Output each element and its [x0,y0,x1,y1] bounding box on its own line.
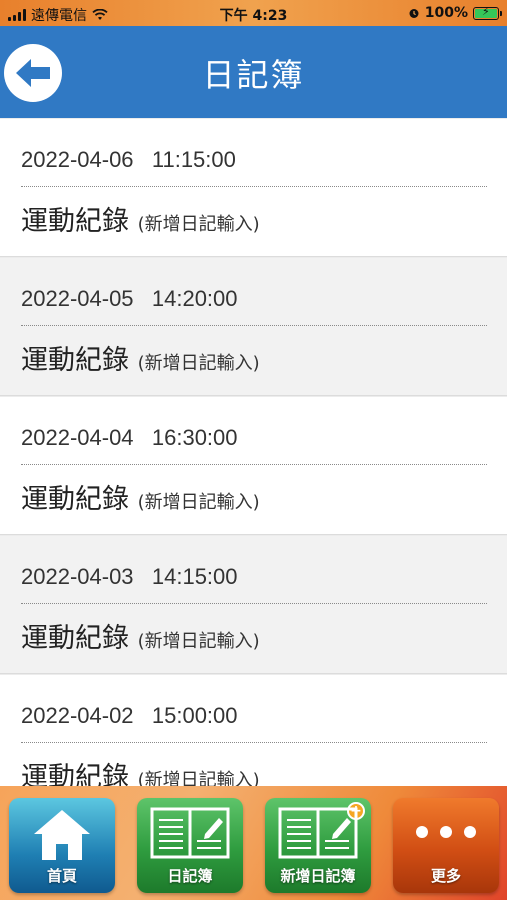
entry-subtitle: (新增日記輸入) [137,631,260,652]
battery-icon: ⚡ [473,5,502,20]
divider [21,603,487,604]
entry-datetime: 2022-04-05 14:20:00 [21,286,238,311]
entry-title-text: 運動紀錄 [21,345,129,376]
entry-subtitle: (新增日記輸入) [137,214,260,235]
alarm-icon [409,9,419,18]
entry-title: 運動紀錄 (新增日記輸入) [21,755,260,786]
entry-datetime: 2022-04-06 11:15:00 [21,147,236,172]
list-item[interactable]: 2022-04-02 15:00:00 運動紀錄 (新增日記輸入) [0,674,507,786]
page-title: 日記簿 [202,56,305,94]
bottom-tab-bar: 首頁 日記簿 + 新增日記簿 更多 [0,786,507,900]
divider [21,186,487,187]
battery-percent: 100% [424,5,468,21]
entry-title: 運動紀錄 (新增日記輸入) [21,199,260,238]
entry-title: 運動紀錄 (新增日記輸入) [21,616,260,655]
more-icon [416,826,476,838]
entry-title: 運動紀錄 (新增日記輸入) [21,477,260,516]
entry-title-text: 運動紀錄 [21,206,129,237]
entry-subtitle: (新增日記輸入) [137,770,260,786]
entry-datetime: 2022-04-04 16:30:00 [21,425,238,450]
list-item[interactable]: 2022-04-05 14:20:00 運動紀錄 (新增日記輸入) [0,257,507,396]
entry-datetime: 2022-04-02 15:00:00 [21,703,238,728]
entry-title-text: 運動紀錄 [21,484,129,515]
notebook-icon [150,807,230,859]
entry-title-text: 運動紀錄 [21,762,129,786]
app-header: 日記簿 [0,26,507,118]
divider [21,325,487,326]
tab-label: 新增日記簿 [280,867,356,885]
status-bar: 遠傳電信 下午 4:23 100% ⚡ [0,0,507,26]
entry-subtitle: (新增日記輸入) [137,353,260,374]
tab-label: 首頁 [46,867,77,885]
tab-new-diary[interactable]: + 新增日記簿 [265,798,371,893]
tab-label: 日記簿 [167,867,213,885]
list-item[interactable]: 2022-04-03 14:15:00 運動紀錄 (新增日記輸入) [0,535,507,674]
divider [21,742,487,743]
tab-diary[interactable]: 日記簿 [137,798,243,893]
notebook-add-icon [278,807,358,859]
tab-home[interactable]: 首頁 [9,798,115,893]
entry-title-text: 運動紀錄 [21,623,129,654]
entry-title: 運動紀錄 (新增日記輸入) [21,338,260,377]
list-item[interactable]: 2022-04-06 11:15:00 運動紀錄 (新增日記輸入) [0,118,507,257]
entry-datetime: 2022-04-03 14:15:00 [21,564,238,589]
list-item[interactable]: 2022-04-04 16:30:00 運動紀錄 (新增日記輸入) [0,396,507,535]
home-icon [34,810,90,860]
divider [21,464,487,465]
tab-label: 更多 [430,867,461,885]
diary-list[interactable]: 2022-04-06 11:15:00 運動紀錄 (新增日記輸入) 2022-0… [0,118,507,786]
entry-subtitle: (新增日記輸入) [137,492,260,513]
tab-more[interactable]: 更多 [393,798,499,893]
